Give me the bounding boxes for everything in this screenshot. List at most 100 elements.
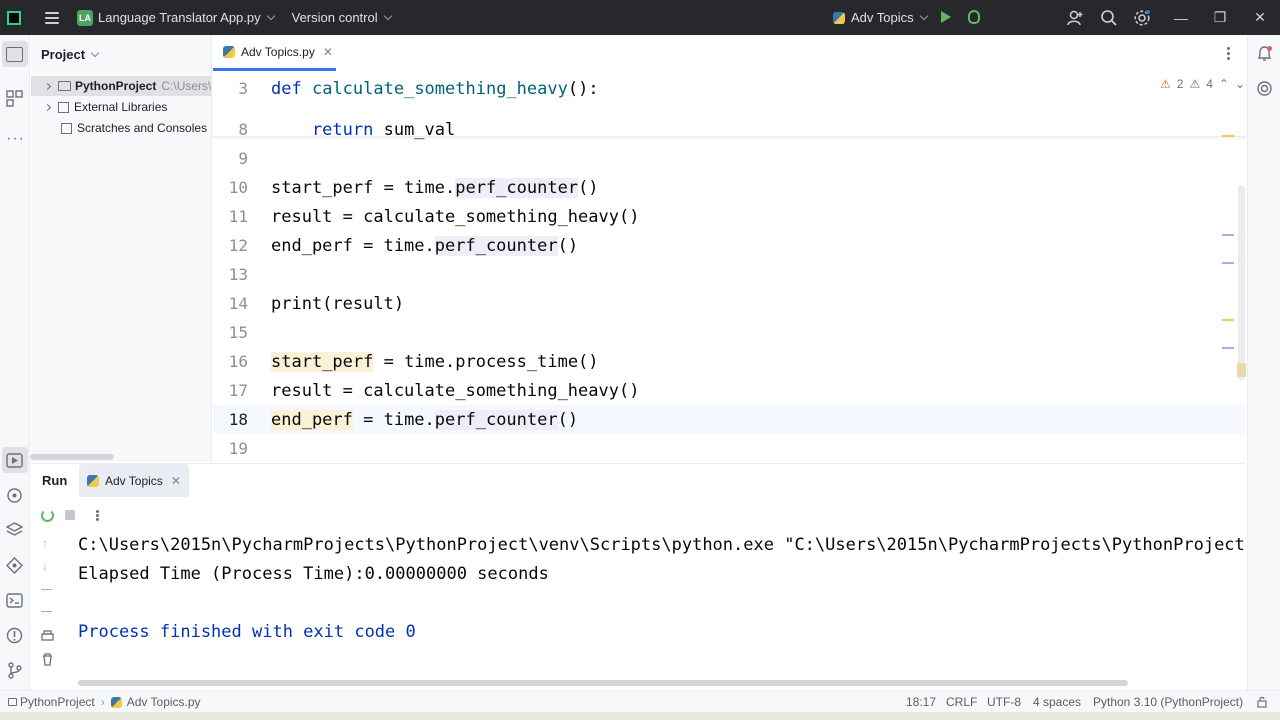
title-bar: LA Language Translator App.py Version co… — [0, 0, 1280, 35]
clear-trash-icon[interactable] — [41, 653, 54, 666]
soft-wrap-icon[interactable] — [41, 589, 52, 599]
console-line: Process finished with exit code 0 — [78, 621, 416, 642]
code-line[interactable]: 14 print(result) — [213, 289, 1246, 318]
close-run-tab-icon[interactable]: ✕ — [171, 474, 181, 488]
ai-assistant-icon[interactable] — [1256, 80, 1273, 97]
debug-icon[interactable] — [968, 10, 980, 24]
settings-gear-icon[interactable] — [1133, 9, 1151, 27]
python-interpreter[interactable]: Python 3.10 (PythonProject) — [1093, 691, 1243, 713]
code-line[interactable]: 12 end_perf = time.perf_counter() — [213, 231, 1246, 260]
tab-options-icon[interactable] — [1227, 47, 1230, 60]
indent-setting[interactable]: 4 spaces — [1033, 691, 1081, 713]
code-line[interactable]: 13 — [213, 260, 1246, 289]
tree-item-external-libraries[interactable]: External Libraries — [31, 97, 211, 117]
scratches-icon — [61, 122, 72, 134]
error-stripe-mark[interactable] — [1222, 135, 1234, 137]
chevron-down-icon — [919, 11, 928, 20]
project-selector[interactable]: LA Language Translator App.py — [77, 9, 275, 26]
breadcrumb-project[interactable]: PythonProject — [20, 695, 95, 709]
code-line[interactable]: 17 result = calculate_something_heavy() — [213, 376, 1246, 405]
project-horizontal-scrollbar[interactable] — [30, 454, 114, 460]
code-line[interactable]: 15 — [213, 318, 1246, 347]
chevron-right-icon[interactable] — [43, 103, 52, 111]
scroll-up-icon[interactable]: ↑ — [42, 536, 48, 550]
terminal-icon[interactable] — [6, 592, 23, 609]
current-code-line[interactable]: 18 end_perf = time.perf_counter() — [213, 405, 1246, 434]
lock-icon[interactable] — [1256, 696, 1268, 708]
tree-item-label: PythonProject — [75, 79, 157, 93]
editor-vertical-scrollbar[interactable] — [1238, 185, 1245, 380]
code-editor: Adv Topics.py ✕ 3 def calculate_somethin… — [213, 35, 1246, 462]
python-console-icon[interactable] — [6, 487, 23, 504]
version-control-label: Version control — [291, 10, 378, 25]
run-tab-label: Adv Topics — [105, 473, 163, 488]
line-separator[interactable]: CRLF — [946, 691, 977, 713]
error-stripe-mark[interactable] — [1237, 363, 1246, 377]
right-tool-strip — [1247, 35, 1280, 690]
structure-icon[interactable] — [6, 90, 23, 107]
editor-tab-bar: Adv Topics.py ✕ — [213, 35, 1246, 71]
chevron-right-icon[interactable] — [43, 82, 52, 90]
inspection-widget[interactable]: ⚠ 2 ⚠ 4 ⌃ ⌄ — [1160, 77, 1245, 91]
tree-item-label: Scratches and Consoles — [77, 121, 208, 135]
close-window-button[interactable]: ✕ — [1240, 0, 1280, 35]
console-horizontal-scrollbar[interactable] — [78, 680, 1128, 686]
error-stripe-mark[interactable] — [1222, 347, 1234, 349]
project-panel: Project PythonProject C:\Users\ External… — [31, 35, 212, 462]
code-line[interactable]: 9 — [213, 144, 1246, 173]
tab-adv-topics[interactable]: Adv Topics.py ✕ — [213, 35, 336, 71]
python-file-icon — [223, 45, 235, 58]
main-menu-icon[interactable] — [45, 11, 59, 24]
tab-label: Adv Topics.py — [241, 44, 315, 59]
rerun-icon[interactable] — [41, 509, 54, 522]
left-tool-strip: ··· — [0, 35, 30, 690]
problems-icon[interactable] — [6, 627, 23, 644]
caret-position[interactable]: 18:17 — [906, 691, 936, 713]
notifications-bell-icon[interactable] — [1256, 45, 1273, 63]
search-icon[interactable] — [1100, 9, 1118, 27]
code-line[interactable]: 19 — [213, 434, 1246, 463]
run-icon[interactable] — [941, 11, 951, 23]
run-options-icon[interactable] — [96, 510, 99, 521]
version-control-menu[interactable]: Version control — [291, 10, 392, 25]
chevron-down-icon — [90, 48, 100, 57]
code-line[interactable]: 8 return sum_val — [213, 115, 1246, 144]
close-tab-icon[interactable]: ✕ — [323, 45, 333, 59]
tree-item-scratches[interactable]: Scratches and Consoles — [31, 118, 211, 138]
more-tools-icon[interactable]: ··· — [6, 130, 25, 148]
tree-item-python-project[interactable]: PythonProject C:\Users\ — [31, 76, 212, 96]
code-line[interactable]: 16 start_perf = time.process_time() — [213, 347, 1246, 376]
tree-item-path: C:\Users\ — [161, 79, 212, 93]
file-encoding[interactable]: UTF-8 — [987, 691, 1021, 713]
scroll-to-end-icon[interactable] — [41, 611, 52, 621]
services-icon[interactable] — [6, 557, 23, 574]
run-tool-icon[interactable] — [6, 453, 23, 468]
run-config-selector[interactable]: Adv Topics — [833, 0, 928, 35]
project-name: Language Translator App.py — [98, 10, 261, 25]
minimize-button[interactable]: — — [1161, 0, 1201, 35]
tree-item-label: External Libraries — [74, 100, 168, 114]
project-folder-icon[interactable] — [6, 47, 23, 62]
scroll-down-icon[interactable]: ↓ — [42, 559, 48, 573]
stop-icon[interactable] — [65, 510, 75, 520]
line-number: 3 — [238, 79, 248, 98]
breadcrumb-file[interactable]: Adv Topics.py — [127, 695, 201, 709]
project-panel-title[interactable]: Project — [41, 47, 100, 62]
python-packages-icon[interactable] — [6, 522, 23, 539]
run-tab-adv-topics[interactable]: Adv Topics ✕ — [79, 464, 189, 497]
add-user-icon[interactable] — [1066, 9, 1084, 27]
error-stripe-mark[interactable] — [1222, 262, 1234, 264]
breadcrumb[interactable]: PythonProject › Adv Topics.py — [8, 691, 201, 713]
previous-highlight-icon[interactable]: ⌃ — [1219, 77, 1229, 91]
print-icon[interactable] — [41, 630, 54, 643]
folder-icon — [58, 81, 71, 91]
python-file-icon — [110, 696, 122, 708]
git-branch-icon[interactable] — [6, 662, 23, 679]
code-line[interactable]: 10 start_perf = time.perf_counter() — [213, 173, 1246, 202]
restore-button[interactable]: ❐ — [1200, 0, 1240, 35]
library-icon — [58, 101, 69, 113]
next-highlight-icon[interactable]: ⌄ — [1235, 77, 1245, 91]
error-stripe-mark[interactable] — [1222, 234, 1234, 236]
error-stripe-mark[interactable] — [1222, 319, 1234, 321]
code-line[interactable]: 11 result = calculate_something_heavy() — [213, 202, 1246, 231]
